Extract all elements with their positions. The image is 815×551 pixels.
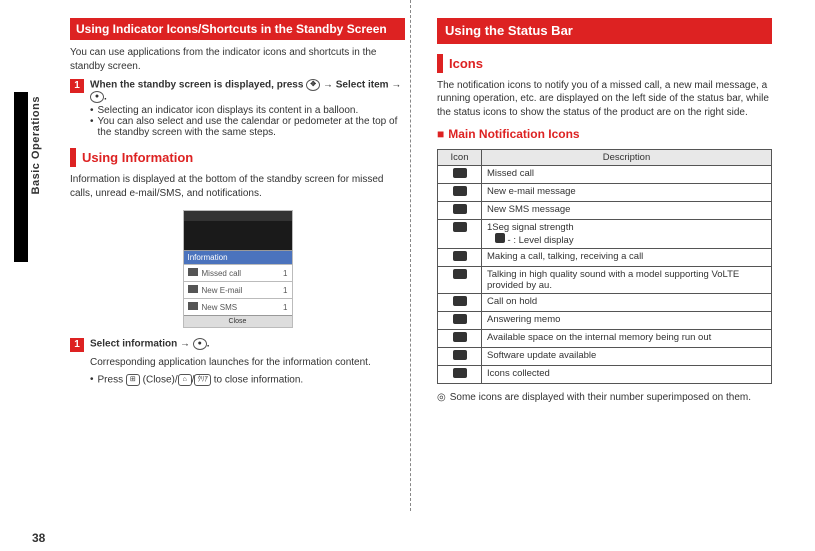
step-1: 1 When the standby screen is displayed, … [70,79,405,103]
sms-icon [188,302,198,310]
call-active-icon [453,251,467,261]
side-section-label: Basic Operations [30,96,42,194]
step-1b: 1 Select information → ●. [70,338,405,352]
clear-key-icon: ｸﾘｱ [194,374,211,386]
email-icon [188,285,198,293]
step-number-icon: 1 [70,338,84,352]
home-key-icon: ⌂ [178,374,192,386]
step-number-icon: 1 [70,79,84,93]
center-key-icon: ● [193,338,207,350]
step-instruction: Select information → ●. [90,338,210,352]
volte-icon [453,269,467,279]
col-icon: Icon [438,150,482,166]
table-row: Talking in high quality sound with a mod… [438,267,772,294]
col-description: Description [482,150,772,166]
level-low-icon [495,233,505,243]
side-tab [14,92,28,262]
nav-key-icon: ✥ [306,79,320,91]
table-row: 1Seg signal strength - : Level display [438,220,772,249]
notification-icons-table: Icon Description Missed call New e-mail … [437,149,772,384]
table-row: New SMS message [438,202,772,220]
table-row: Call on hold [438,294,772,312]
phone-info-row: New E-mail1 [184,281,292,298]
collected-icon [453,368,467,378]
table-row: Missed call [438,166,772,184]
step-detail: Corresponding application launches for t… [90,356,405,370]
heading-using-information: Using Information [70,148,405,167]
note-symbol: ◎ [437,392,446,403]
missed-call-icon [453,168,467,178]
phone-home-area [184,221,292,251]
phone-info-row: Missed call1 [184,264,292,281]
table-header-row: Icon Description [438,150,772,166]
step-instruction: When the standby screen is displayed, pr… [90,79,405,103]
bullet-item: •You can also select and use the calenda… [90,116,405,138]
soft-key-icon: ⊞ [126,374,140,386]
bullet-item: •Selecting an indicator icon displays it… [90,105,405,116]
table-row: Icons collected [438,366,772,384]
column-divider [410,0,411,511]
left-column: Using Indicator Icons/Shortcuts in the S… [70,18,405,403]
bullet-item: • Press ⊞ (Close)/⌂/ｸﾘｱ to close informa… [90,374,405,386]
heading-status-bar: Using the Status Bar [437,18,772,44]
missed-call-icon [188,268,198,276]
update-icon [453,350,467,360]
answering-memo-icon [453,314,467,324]
table-row: Answering memo [438,312,772,330]
phone-close-button: Close [184,315,292,327]
phone-statusbar [184,211,292,221]
subheading-notification-icons: ■Main Notification Icons [437,127,772,141]
table-row: Making a call, talking, receiving a call [438,249,772,267]
hold-icon [453,296,467,306]
subheading-icons: Icons [437,54,772,73]
sms-icon [453,204,467,214]
table-row: New e-mail message [438,184,772,202]
phone-info-header: Information [184,251,292,264]
page-number: 38 [32,531,45,545]
intro-text: The notification icons to notify you of … [437,79,772,120]
intro-text: Information is displayed at the bottom o… [70,173,405,200]
email-icon [453,186,467,196]
phone-info-row: New SMS1 [184,298,292,315]
heading-indicator-icons: Using Indicator Icons/Shortcuts in the S… [70,18,405,40]
intro-text: You can use applications from the indica… [70,46,405,73]
signal-icon [453,222,467,232]
table-row: Available space on the internal memory b… [438,330,772,348]
table-row: Software update available [438,348,772,366]
storage-low-icon [453,332,467,342]
footnote: ◎ Some icons are displayed with their nu… [437,392,772,403]
center-key-icon: ● [90,91,104,103]
right-column: Using the Status Bar Icons The notificat… [437,18,772,403]
square-bullet-icon: ■ [437,127,444,141]
phone-screenshot: Information Missed call1 New E-mail1 New… [183,210,293,328]
